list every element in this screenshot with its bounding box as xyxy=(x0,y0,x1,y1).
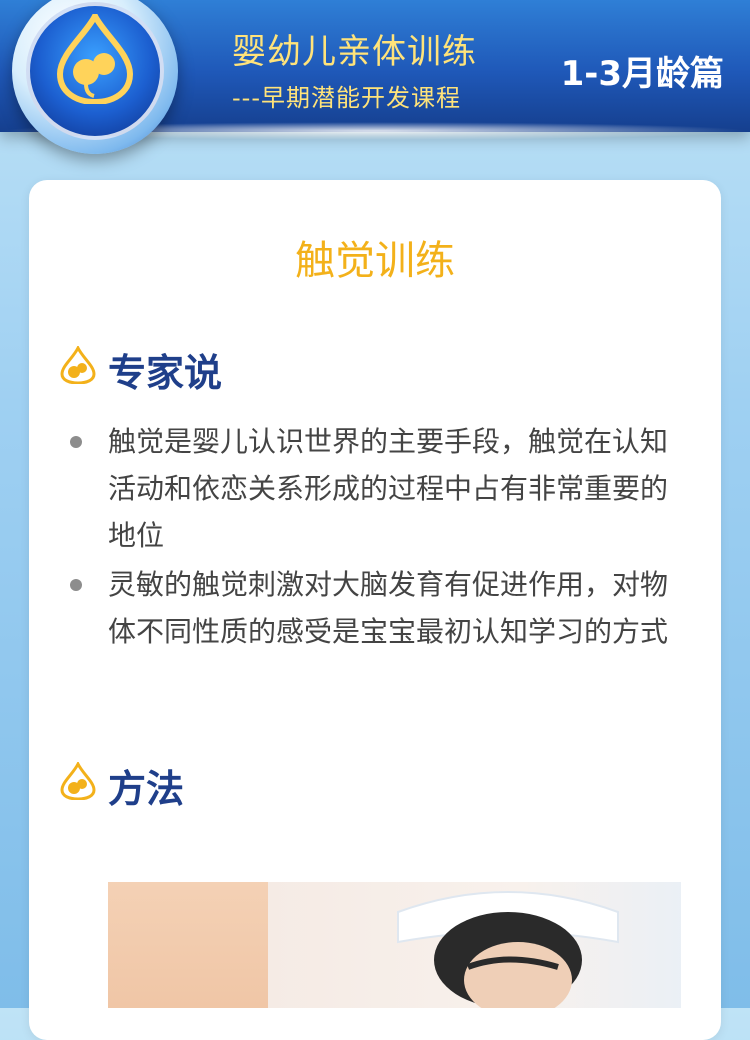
section-heading-expert: 专家说 xyxy=(108,351,223,395)
photo-background-left xyxy=(108,882,268,1008)
bullet-item: 灵敏的触觉刺激对大脑发育有促进作用，对物体不同性质的感受是宝宝最初认知学习的方式 xyxy=(70,561,690,655)
section-heading-method: 方法 xyxy=(108,767,185,811)
header-bar: 婴幼儿亲体训练 ---早期潜能开发课程 1-3月龄篇 xyxy=(0,0,750,154)
expert-bullet-list: 触觉是婴儿认识世界的主要手段，触觉在认知活动和依恋关系形成的过程中占有非常重要的… xyxy=(70,418,690,655)
app-subtitle: ---早期潜能开发课程 xyxy=(232,84,461,112)
nurse-illustration xyxy=(397,891,619,1008)
bullet-item: 触觉是婴儿认识世界的主要手段，触觉在认知活动和依恋关系形成的过程中占有非常重要的… xyxy=(70,418,690,559)
age-label: 1-3月龄篇 xyxy=(560,54,724,94)
drop-bullet-icon xyxy=(60,762,96,800)
drop-bullet-icon xyxy=(60,346,96,384)
drop-logo-icon xyxy=(56,14,134,104)
page-title: 触觉训练 xyxy=(295,238,455,284)
method-photo xyxy=(108,882,681,1008)
app-title: 婴幼儿亲体训练 xyxy=(232,32,477,72)
